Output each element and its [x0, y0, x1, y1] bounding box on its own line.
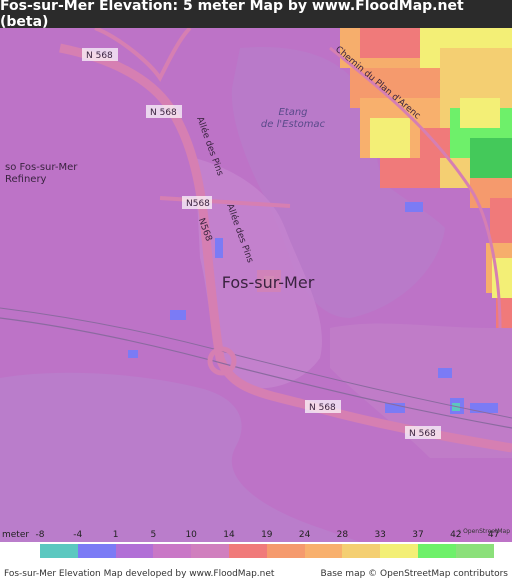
- footer: Fos-sur-Mer Elevation Map developed by w…: [0, 568, 512, 582]
- legend-tick-label: 14: [223, 530, 235, 540]
- legend-swatch: [455, 544, 494, 558]
- svg-text:N568: N568: [186, 199, 210, 209]
- legend-swatch: [40, 544, 78, 558]
- legend-ticks: -8 -4 1 5 10 14 19 24 28 33 37 42 47: [0, 528, 512, 542]
- elevation-legend: [0, 542, 512, 568]
- legend-tick-label: 19: [261, 530, 273, 540]
- legend-tick-label: 1: [112, 530, 119, 540]
- legend-swatch: [418, 544, 456, 558]
- town-label: Fos-sur-Mer: [222, 273, 315, 292]
- etang-label-line1: Etang: [278, 107, 307, 118]
- elevation-map[interactable]: so Fos-sur-Mer Refinery N 568 N 568 N568…: [0, 28, 512, 542]
- legend-tick-label: 5: [150, 530, 157, 540]
- legend-swatch: [77, 544, 116, 558]
- legend-swatch: [380, 544, 418, 558]
- footer-attribution: Base map © OpenStreetMap contributors: [320, 569, 508, 579]
- svg-text:N 568: N 568: [86, 51, 113, 61]
- svg-text:N 568: N 568: [409, 429, 436, 439]
- legend-tick-label: 33: [374, 530, 386, 540]
- magnifier-icon: [458, 529, 462, 533]
- legend-tick-label: 24: [298, 530, 311, 540]
- legend-swatch: [115, 544, 154, 558]
- map-title: Fos-sur-Mer Elevation: 5 meter Map by ww…: [0, 0, 512, 30]
- etang-label-line2: de l'Estomac: [261, 119, 326, 130]
- legend-swatch: [266, 544, 305, 558]
- svg-text:N 568: N 568: [309, 403, 336, 413]
- osm-logo: OpenStreetMap: [458, 523, 510, 539]
- legend-swatch: [304, 544, 343, 558]
- legend-tick-label: -8: [35, 530, 45, 540]
- legend-swatch: [229, 544, 267, 558]
- svg-text:N 568: N 568: [150, 108, 177, 118]
- legend-swatch: [342, 544, 381, 558]
- map-canvas[interactable]: so Fos-sur-Mer Refinery N 568 N 568 N568…: [0, 28, 512, 542]
- legend-tick-label: 37: [412, 530, 424, 540]
- legend-swatch: [153, 544, 192, 558]
- legend-tick-label: 28: [336, 530, 349, 540]
- legend-swatch: [191, 544, 229, 558]
- legend-tick-label: 10: [185, 530, 197, 540]
- legend-tick-label: -4: [73, 530, 83, 540]
- footer-credit: Fos-sur-Mer Elevation Map developed by w…: [4, 569, 275, 579]
